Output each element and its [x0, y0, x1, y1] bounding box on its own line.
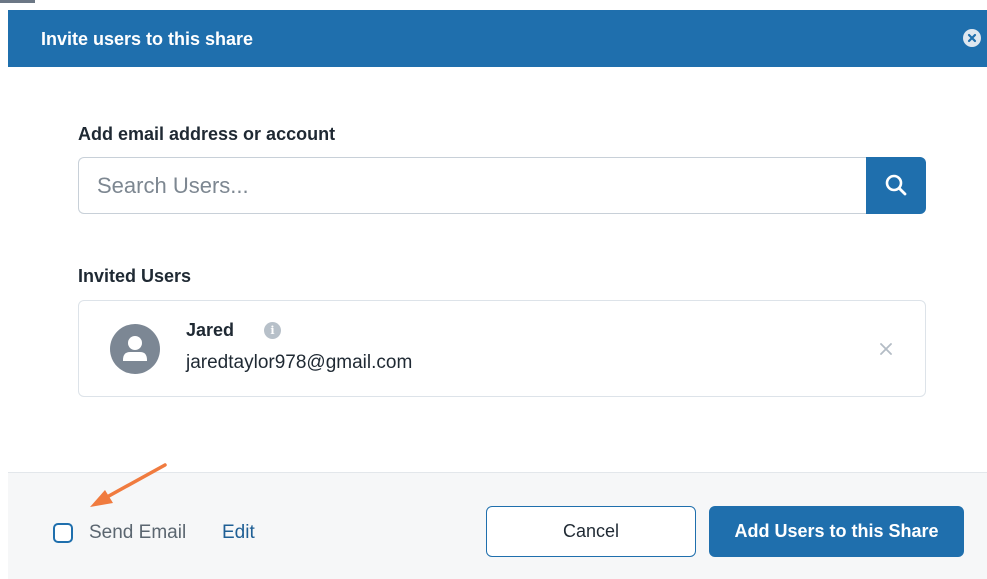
user-email: jaredtaylor978@gmail.com	[186, 352, 413, 373]
add-users-button[interactable]: Add Users to this Share	[709, 506, 964, 557]
remove-user-button[interactable]	[879, 342, 893, 356]
annotation-arrow-icon	[90, 463, 167, 507]
close-dialog-button[interactable]	[963, 29, 981, 47]
info-icon[interactable]: i	[264, 322, 281, 339]
invited-user-card: Jared i jaredtaylor978@gmail.com	[78, 300, 926, 397]
search-button[interactable]	[866, 157, 926, 214]
send-email-checkbox[interactable]	[53, 523, 73, 543]
search-label: Add email address or account	[78, 124, 336, 144]
invited-users-label: Invited Users	[78, 266, 192, 286]
search-icon	[885, 174, 907, 196]
background-fragment	[0, 0, 35, 3]
cancel-button[interactable]: Cancel	[486, 506, 696, 557]
dialog-title: Invite users to this share	[41, 29, 254, 49]
close-icon	[880, 343, 892, 355]
send-email-label[interactable]: Send Email	[89, 522, 186, 544]
search-field-group	[78, 157, 926, 214]
dialog-header: Invite users to this share	[8, 10, 987, 67]
search-users-input[interactable]	[78, 157, 885, 214]
user-avatar-icon	[110, 324, 160, 374]
background-page	[0, 0, 987, 10]
close-circle-icon	[967, 33, 977, 43]
edit-email-link[interactable]: Edit	[222, 522, 255, 544]
user-name: Jared	[186, 320, 235, 340]
